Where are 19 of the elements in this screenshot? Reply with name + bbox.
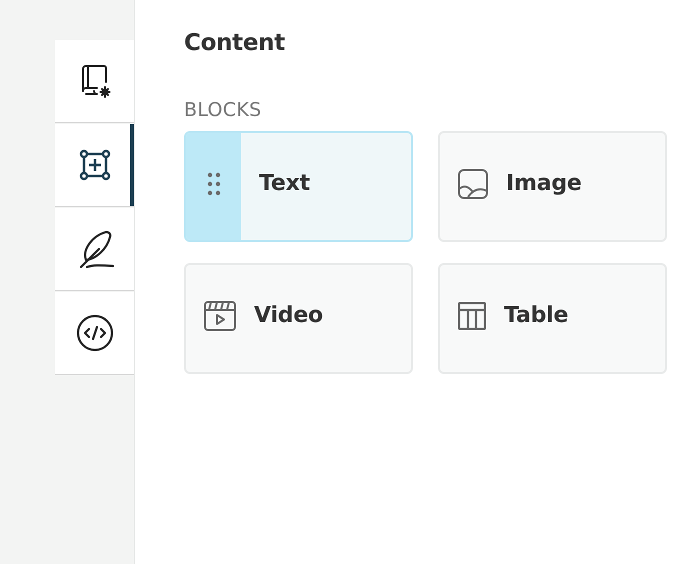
block-label: Image	[506, 171, 582, 196]
code-icon	[74, 313, 114, 353]
block-card[interactable]: Table	[438, 263, 667, 374]
block-card[interactable]: Image	[438, 131, 667, 242]
block-card[interactable]: Text	[184, 131, 413, 242]
sidebar-tab[interactable]	[55, 292, 134, 374]
drag-handle-icon[interactable]	[206, 172, 220, 196]
panel-title: Content	[184, 30, 286, 56]
image-icon	[458, 168, 488, 198]
table-icon	[458, 302, 486, 330]
block-label: Video	[254, 303, 323, 328]
video-icon	[204, 300, 236, 330]
block-label: Text	[259, 171, 310, 198]
block-label: Table	[504, 303, 568, 328]
section-label: BLOCKS	[184, 99, 262, 121]
block-card[interactable]: Video	[184, 263, 413, 374]
sidebar-tab[interactable]	[55, 124, 134, 206]
sidebar-tab[interactable]	[55, 208, 134, 290]
sidebar-tab[interactable]	[55, 40, 134, 122]
